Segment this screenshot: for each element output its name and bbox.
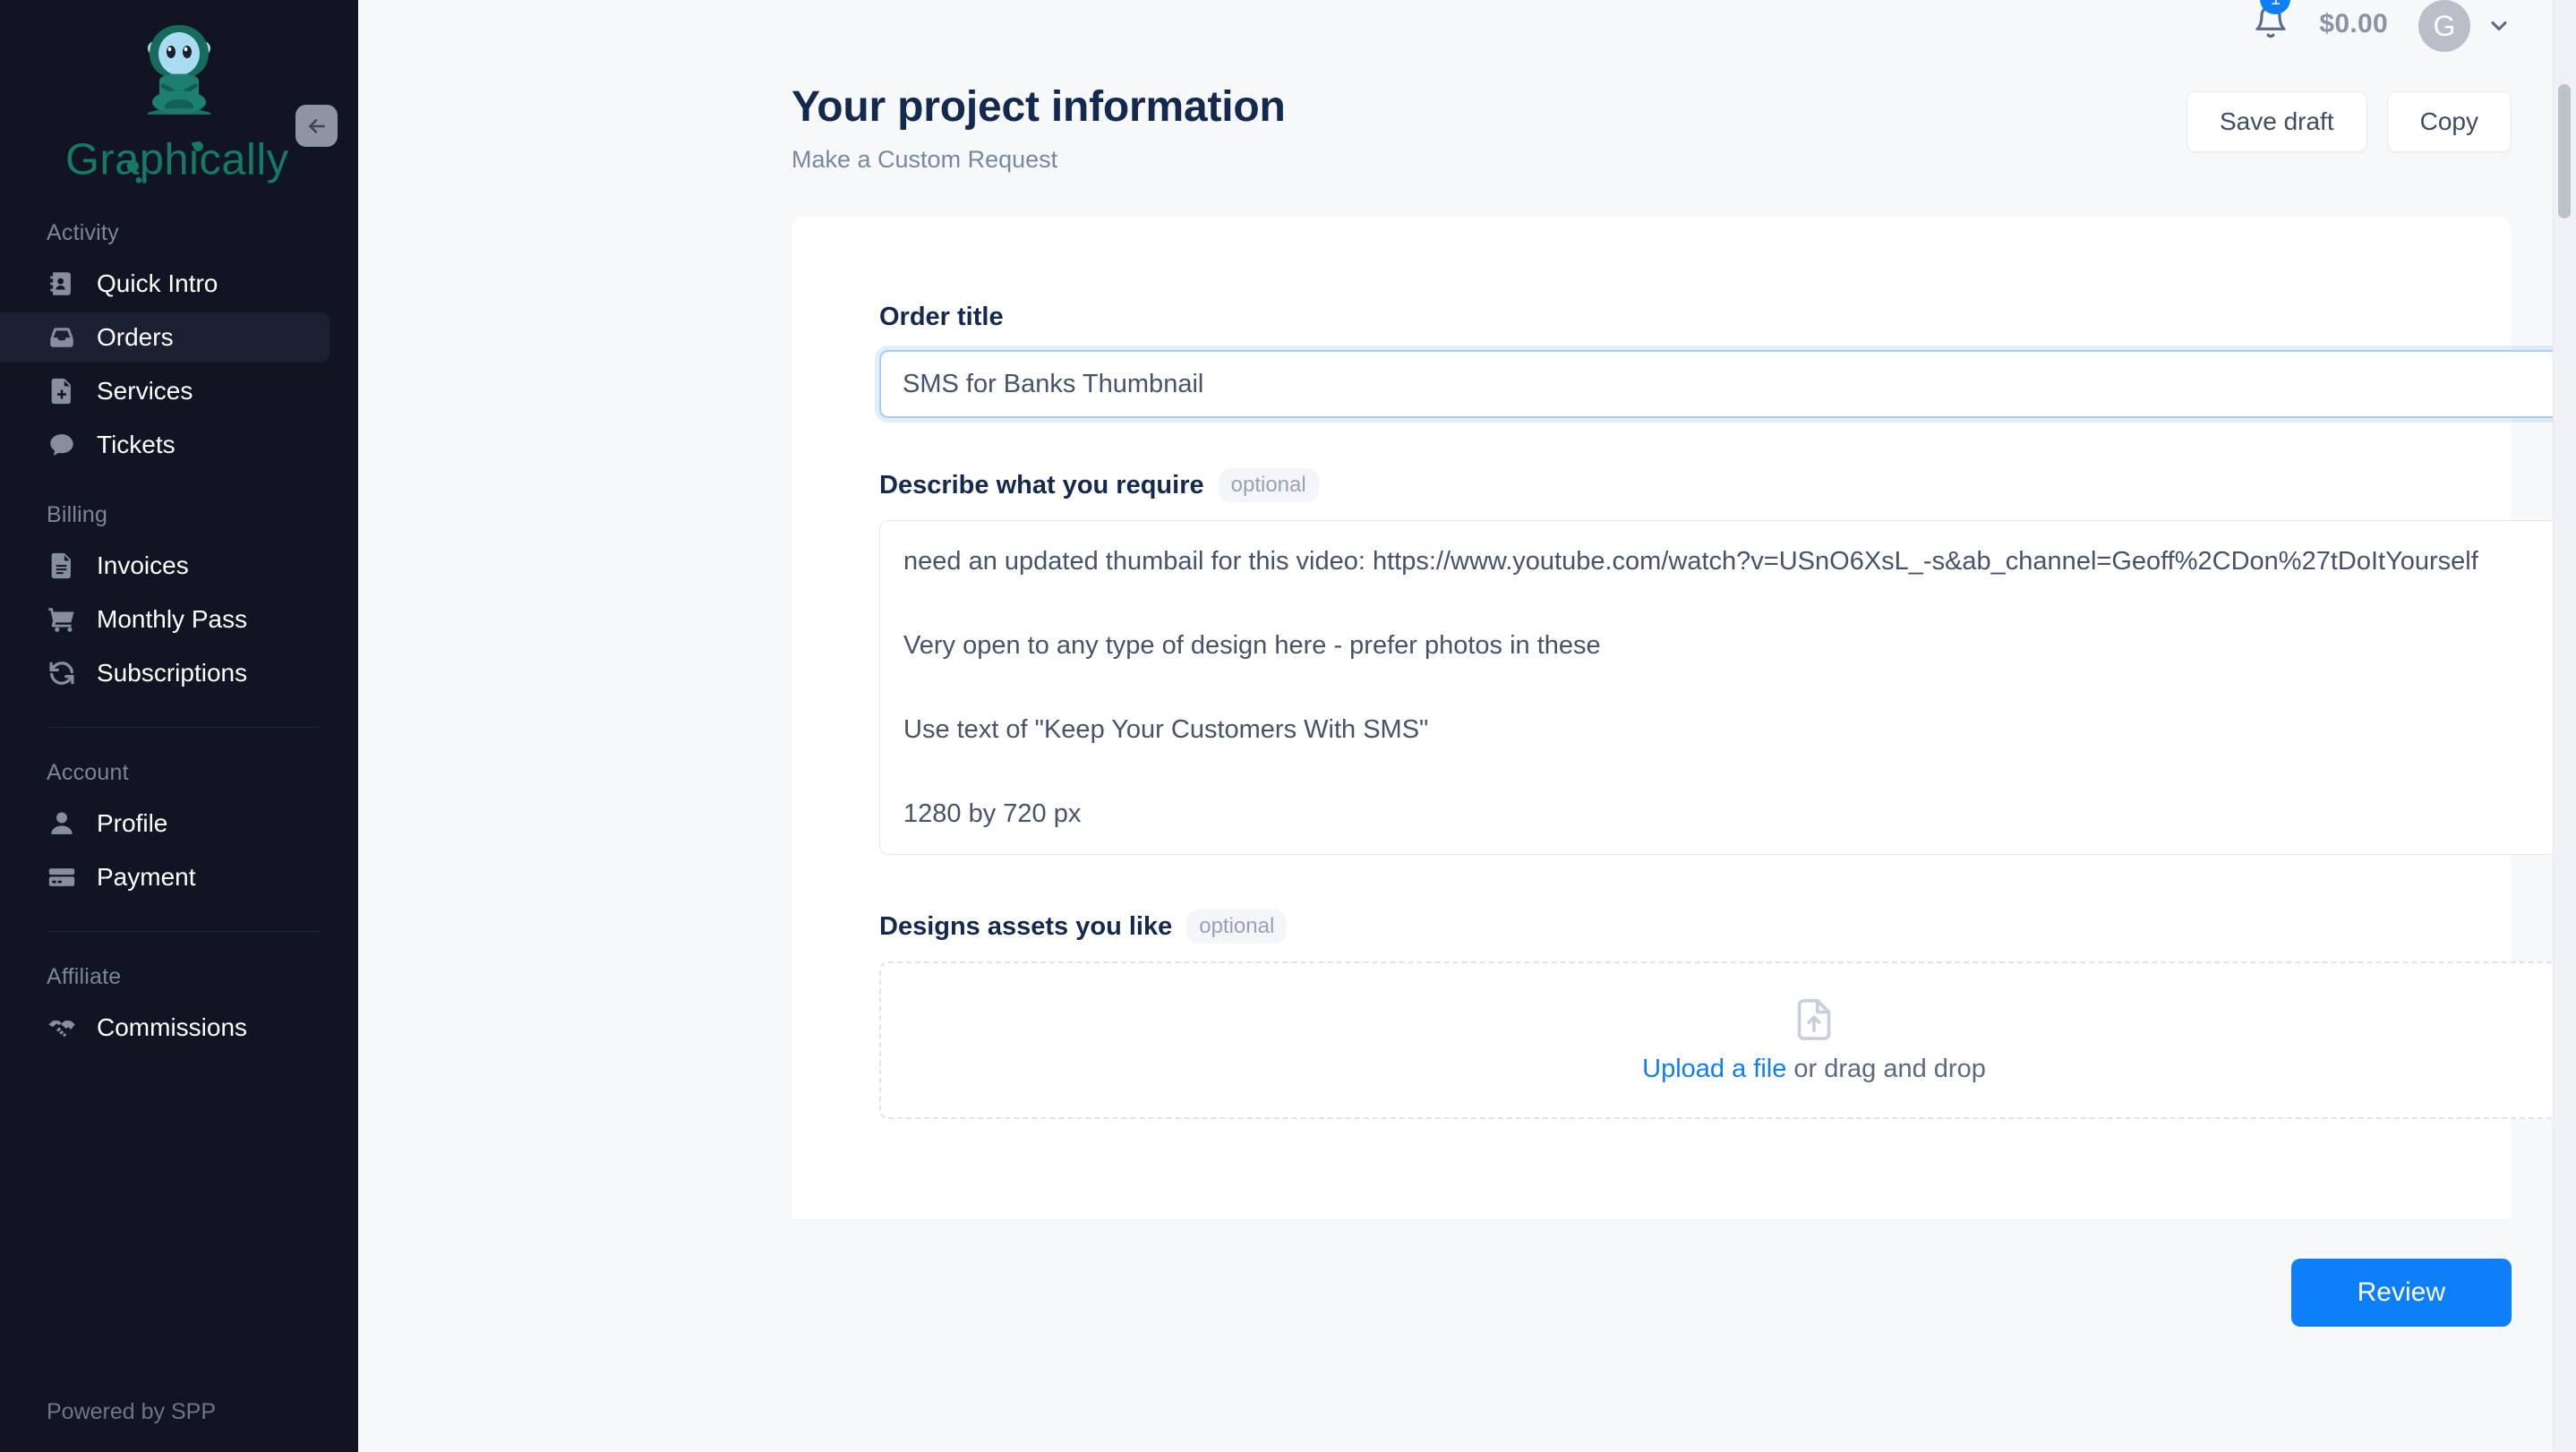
optional-badge: optional <box>1186 910 1288 944</box>
sidebar-item-quick-intro[interactable]: Quick Intro <box>0 259 329 309</box>
contact-book-icon <box>47 269 77 299</box>
sidebar-item-label: Invoices <box>97 551 189 579</box>
description-field: Describe what you require optional need … <box>879 468 2576 859</box>
assets-label-text: Designs assets you like <box>879 911 1173 941</box>
order-title-label: Order title <box>879 303 2576 332</box>
sidebar-item-payment[interactable]: Payment <box>0 852 329 902</box>
notifications-button[interactable]: 1 <box>2253 0 2291 39</box>
project-information-form: Order title Describe what you require op… <box>792 217 2576 1219</box>
file-dropzone[interactable]: Upload a file or drag and drop <box>879 961 2576 1119</box>
sidebar-item-label: Profile <box>97 809 168 837</box>
shopping-cart-icon <box>47 604 77 635</box>
sidebar-item-label: Tickets <box>97 431 175 458</box>
user-icon <box>47 808 77 839</box>
brand-wordmark-icon: Graphically <box>65 135 289 184</box>
sidebar-item-services[interactable]: Services <box>0 366 329 416</box>
app-root: Graphically Activity Quick Intro Orders … <box>0 0 2576 1452</box>
nav-section-label-affiliate: Affiliate <box>47 964 122 989</box>
chat-bubble-icon <box>47 430 77 460</box>
page-title: Your project information <box>792 83 1286 131</box>
credit-card-icon <box>47 862 77 893</box>
order-title-field: Order title <box>879 303 2576 418</box>
account-menu[interactable]: G <box>2418 0 2512 52</box>
sidebar-item-invoices[interactable]: Invoices <box>0 541 329 591</box>
assets-field: Designs assets you like optional Upload … <box>879 910 2576 1119</box>
file-upload-icon <box>1793 997 1835 1042</box>
description-label: Describe what you require optional <box>879 468 2576 502</box>
page-header: Your project information Make a Custom R… <box>358 43 2576 174</box>
sidebar-item-monthly-pass[interactable]: Monthly Pass <box>0 594 329 645</box>
sidebar-item-label: Payment <box>97 863 196 891</box>
review-button[interactable]: Review <box>2290 1259 2512 1327</box>
refresh-cycle-icon <box>47 658 77 688</box>
sidebar-item-commissions[interactable]: Commissions <box>0 1003 329 1053</box>
description-label-text: Describe what you require <box>879 470 1204 500</box>
sidebar-item-label: Orders <box>97 323 174 351</box>
nav-section-label-billing: Billing <box>47 502 108 527</box>
sidebar-item-tickets[interactable]: Tickets <box>0 420 329 470</box>
account-balance: $0.00 <box>2319 9 2388 38</box>
upload-file-link[interactable]: Upload a file <box>1642 1055 1786 1083</box>
description-textarea[interactable]: need an updated thumbail for this video:… <box>879 520 2576 855</box>
sidebar-divider-billing <box>47 727 321 728</box>
handshake-icon <box>47 1012 77 1043</box>
page-scrollbar-thumb[interactable] <box>2558 84 2571 218</box>
sidebar-item-orders[interactable]: Orders <box>0 312 329 363</box>
sidebar-item-label: Monthly Pass <box>97 605 248 633</box>
page-subtitle: Make a Custom Request <box>792 146 1058 173</box>
copy-button[interactable]: Copy <box>2386 91 2512 152</box>
assets-label: Designs assets you like optional <box>879 910 2576 944</box>
mascot-logo-icon <box>148 25 210 115</box>
collapse-sidebar-button[interactable] <box>295 105 338 147</box>
header-actions: Save draft Copy <box>2186 91 2512 152</box>
inbox-icon <box>47 322 77 353</box>
save-draft-button[interactable]: Save draft <box>2186 91 2367 152</box>
sidebar-item-label: Subscriptions <box>97 659 248 687</box>
arrow-left-icon <box>308 118 325 133</box>
document-lines-icon <box>47 551 77 581</box>
avatar: G <box>2418 0 2470 52</box>
order-title-input[interactable] <box>879 350 2576 418</box>
form-footer-actions: Review <box>358 1219 2576 1327</box>
sidebar-divider-account <box>47 931 321 932</box>
dropzone-text: Upload a file or drag and drop <box>1642 1055 1986 1084</box>
nav-section-label-account: Account <box>47 760 129 785</box>
brand-logo[interactable]: Graphically <box>0 0 358 188</box>
nav-section-label-activity: Activity <box>47 220 119 245</box>
order-title-label-text: Order title <box>879 303 1004 331</box>
file-plus-icon <box>47 376 77 406</box>
optional-badge: optional <box>1218 468 1319 502</box>
sidebar-item-label: Commissions <box>97 1013 248 1041</box>
sidebar-item-profile[interactable]: Profile <box>0 799 329 849</box>
dropzone-rest-text: or drag and drop <box>1786 1054 1986 1083</box>
chevron-down-icon <box>2486 13 2512 38</box>
topbar: 1 $0.00 G <box>358 0 2576 52</box>
sidebar-item-label: Services <box>97 377 193 405</box>
sidebar-item-subscriptions[interactable]: Subscriptions <box>0 648 329 698</box>
sidebar-footer-credit: Powered by SPP <box>47 1399 216 1424</box>
sidebar: Graphically Activity Quick Intro Orders … <box>0 0 358 1452</box>
sidebar-item-label: Quick Intro <box>97 269 218 297</box>
main-content: 1 $0.00 G Your project information Make … <box>358 0 2576 1452</box>
brand-wordmark-text: Graphically <box>65 135 289 184</box>
